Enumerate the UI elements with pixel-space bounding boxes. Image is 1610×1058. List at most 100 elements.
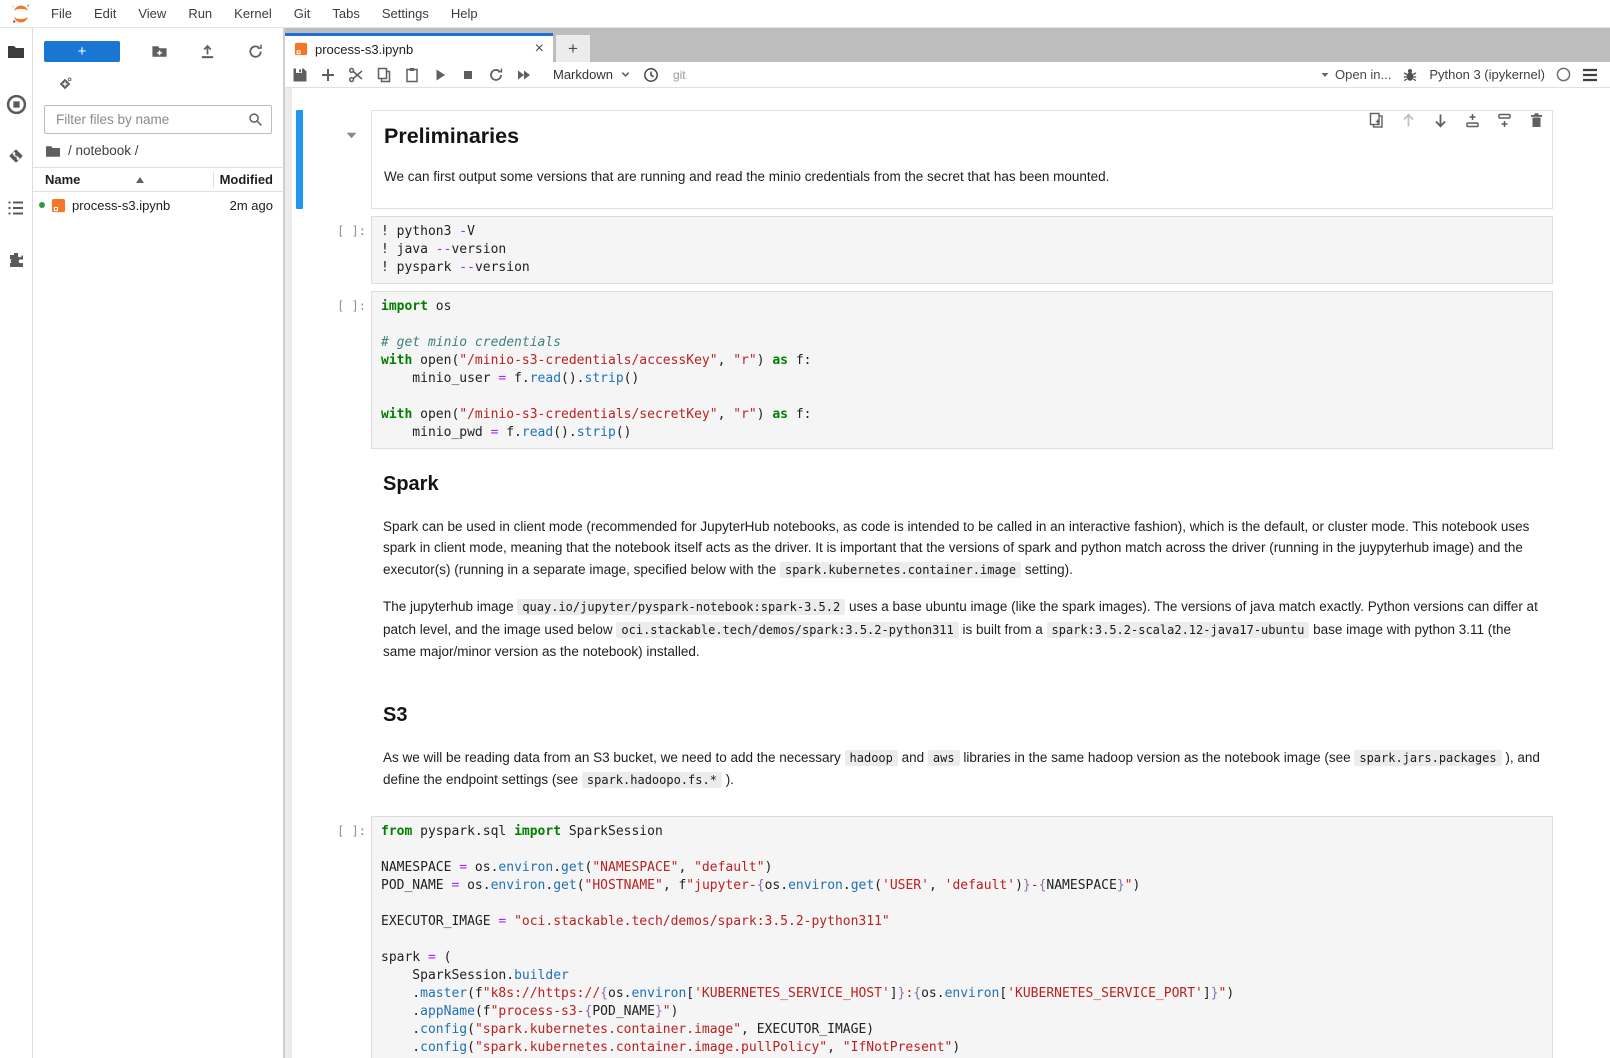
code-line: ! java --version [381, 241, 1543, 259]
git-sidebar-icon[interactable] [5, 145, 27, 167]
code-line: import os [381, 298, 1543, 316]
restart-run-all-icon[interactable] [516, 67, 532, 83]
file-row[interactable]: process-s3.ipynb 2m ago [33, 192, 283, 218]
column-divider[interactable] [213, 171, 214, 188]
cell-prompt: [ ]: [330, 216, 371, 238]
tab-label: process-s3.ipynb [315, 42, 413, 57]
new-folder-icon[interactable] [151, 43, 168, 60]
restart-kernel-icon[interactable] [488, 67, 504, 83]
run-cell-icon[interactable] [432, 67, 448, 83]
copy-cells-icon[interactable] [376, 67, 392, 83]
file-browser-icon[interactable] [5, 41, 27, 63]
notebook-content: PreliminariesWe can first output some ve… [285, 88, 1610, 1058]
filter-files-input[interactable] [44, 105, 272, 134]
duplicate-cell-icon[interactable] [1368, 112, 1385, 129]
inline-code: oci.stackable.tech/demos/spark:3.5.2-pyt… [616, 622, 958, 638]
selected-cell-indicator [296, 110, 303, 209]
insert-cell-icon[interactable] [320, 67, 336, 83]
running-sessions-icon[interactable] [5, 93, 27, 115]
new-tab-button[interactable]: + [556, 35, 590, 62]
kernel-status-icon[interactable] [1556, 67, 1571, 82]
menu-run[interactable]: Run [177, 0, 223, 27]
menu-settings[interactable]: Settings [371, 0, 440, 27]
file-name[interactable]: process-s3.ipynb [72, 198, 170, 213]
code-editor[interactable]: ! python3 -V! java --version! pyspark --… [371, 216, 1553, 284]
cell-type-dropdown[interactable]: Markdown [553, 67, 631, 82]
new-launcher-button[interactable]: + [44, 41, 120, 62]
column-name[interactable]: Name [45, 172, 80, 187]
code-editor[interactable]: import os # get minio credentialswith op… [371, 291, 1553, 449]
kernel-name[interactable]: Python 3 (ipykernel) [1429, 67, 1545, 82]
breadcrumb-path[interactable]: / notebook / [68, 143, 139, 158]
move-cell-up-icon[interactable] [1400, 112, 1417, 129]
inline-code: hadoop [845, 750, 898, 766]
menu-view[interactable]: View [127, 0, 177, 27]
panel-divider[interactable] [283, 28, 285, 1058]
code-cell[interactable]: [ ]:import os # get minio credentialswit… [285, 291, 1610, 449]
collapse-heading-icon[interactable] [345, 129, 358, 142]
cell-prompt-zone: [ ]: [330, 291, 371, 449]
file-browser-panel: + / notebook / Name Modified process-s3.… [33, 28, 283, 1058]
code-line [381, 841, 1543, 859]
file-list-header: Name Modified [33, 167, 283, 192]
cut-cells-icon[interactable] [348, 67, 364, 83]
save-icon[interactable] [292, 67, 308, 83]
git-clone-icon[interactable] [57, 76, 73, 92]
home-folder-icon[interactable] [45, 144, 61, 158]
git-toolbar-label[interactable]: git [673, 68, 686, 82]
execution-time-icon[interactable] [643, 67, 659, 83]
code-line: spark = ( [381, 949, 1543, 967]
menu-file[interactable]: File [40, 0, 83, 27]
code-line: POD_NAME = os.environ.get("HOSTNAME", f"… [381, 877, 1543, 895]
code-line: .config("spark.kubernetes.container.imag… [381, 1021, 1543, 1039]
jupyter-logo-icon [10, 3, 32, 25]
code-cell[interactable]: [ ]:from pyspark.sql import SparkSession… [285, 816, 1610, 1058]
markdown-cell[interactable]: S3As we will be reading data from an S3 … [285, 687, 1610, 809]
inline-code: spark.jars.packages [1354, 750, 1501, 766]
rendered-markdown[interactable]: SparkSpark can be used in client mode (r… [371, 456, 1553, 680]
upload-icon[interactable] [199, 43, 216, 60]
code-cell[interactable]: [ ]:! python3 -V! java --version! pyspar… [285, 216, 1610, 284]
menu-help[interactable]: Help [440, 0, 489, 27]
notebook-file-icon [51, 198, 66, 213]
insert-cell-above-icon[interactable] [1464, 112, 1481, 129]
menu-kernel[interactable]: Kernel [223, 0, 283, 27]
paste-cells-icon[interactable] [404, 67, 420, 83]
markdown-p: As we will be reading data from an S3 bu… [383, 747, 1541, 792]
cell-prompt: [ ]: [330, 291, 371, 313]
cell-prompt-zone: [ ]: [330, 816, 371, 1058]
markdown-p: The jupyterhub image quay.io/jupyter/pys… [383, 596, 1541, 663]
rendered-markdown[interactable]: S3As we will be reading data from an S3 … [371, 687, 1553, 809]
breadcrumb[interactable]: / notebook / [33, 140, 283, 167]
tab-process-s3[interactable]: process-s3.ipynb × [285, 33, 553, 62]
move-cell-down-icon[interactable] [1432, 112, 1449, 129]
insert-cell-below-icon[interactable] [1496, 112, 1513, 129]
table-of-contents-icon[interactable] [5, 197, 27, 219]
menu-edit[interactable]: Edit [83, 0, 127, 27]
menu-git[interactable]: Git [283, 0, 322, 27]
code-line: NAMESPACE = os.environ.get("NAMESPACE", … [381, 859, 1543, 877]
code-line: # get minio credentials [381, 334, 1543, 352]
markdown-cell[interactable]: SparkSpark can be used in client mode (r… [285, 456, 1610, 680]
debugger-bug-icon[interactable] [1402, 67, 1418, 83]
sort-ascending-icon[interactable] [136, 177, 144, 183]
menu-bar: File Edit View Run Kernel Git Tabs Setti… [0, 0, 1610, 28]
code-line: from pyspark.sql import SparkSession [381, 823, 1543, 841]
extension-manager-icon[interactable] [5, 249, 27, 271]
code-line: ! python3 -V [381, 223, 1543, 241]
file-modified: 2m ago [230, 198, 273, 213]
hamburger-menu-icon[interactable] [1582, 68, 1598, 82]
file-browser-toolbar: + [33, 28, 283, 62]
inline-code: spark.kubernetes.container.image [780, 562, 1021, 578]
close-tab-icon[interactable]: × [535, 41, 544, 57]
delete-cell-icon[interactable] [1528, 112, 1545, 129]
refresh-file-list-icon[interactable] [247, 43, 264, 60]
menu-tabs[interactable]: Tabs [321, 0, 370, 27]
open-in-dropdown[interactable]: Open in... [1320, 67, 1391, 82]
code-line: .master(f"k8s://https://{os.environ['KUB… [381, 985, 1543, 1003]
interrupt-kernel-icon[interactable] [460, 67, 476, 83]
column-modified[interactable]: Modified [220, 172, 273, 187]
code-line: .config("spark.kubernetes.container.imag… [381, 1039, 1543, 1057]
code-editor[interactable]: from pyspark.sql import SparkSession NAM… [371, 816, 1553, 1058]
notebook-panel: process-s3.ipynb × + Markdown git [285, 28, 1610, 1058]
